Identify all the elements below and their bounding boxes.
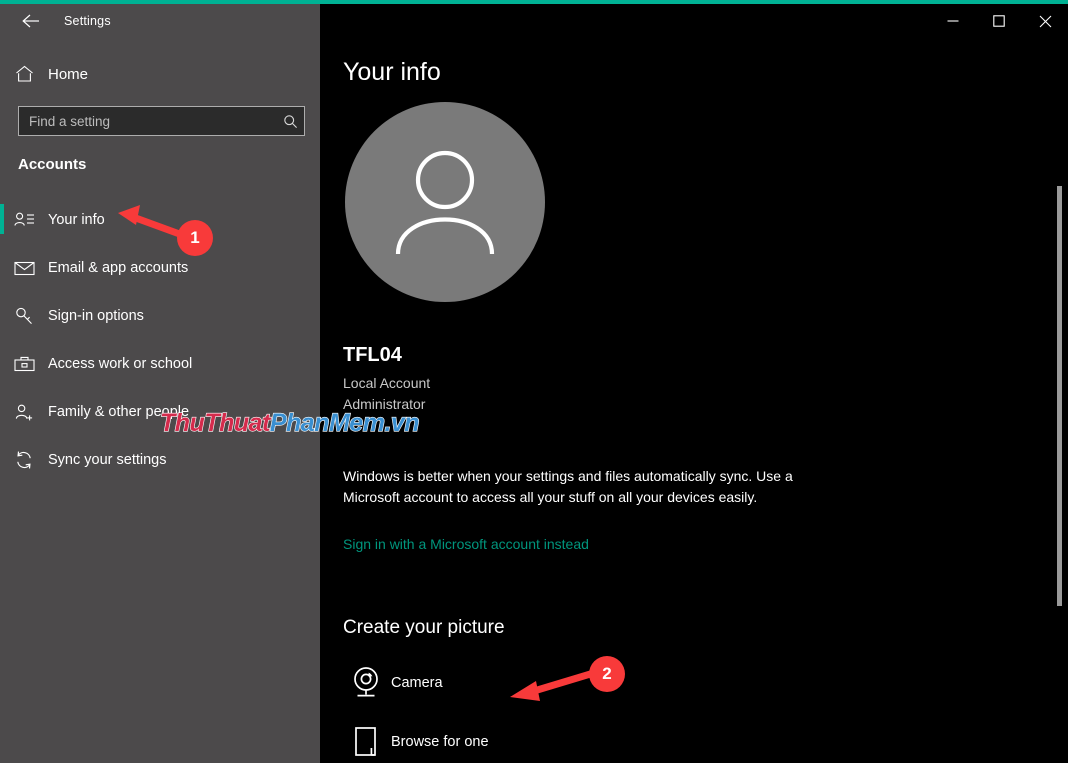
selection-indicator [0, 300, 4, 330]
sidebar-item-email-app-accounts[interactable]: Email & app accounts [0, 244, 320, 292]
create-picture-option-label: Browse for one [391, 734, 489, 750]
minimize-button[interactable] [930, 4, 976, 38]
watermark: ThuThuatPhanMem.vn [159, 408, 420, 438]
titlebar-left: Settings [0, 4, 320, 38]
selection-indicator [0, 348, 4, 378]
back-arrow-icon[interactable] [8, 4, 54, 38]
main-content: Your info TFL04 Local Account Administra… [320, 38, 1068, 763]
annotation-marker-1: 1 [177, 220, 213, 256]
sync-icon [0, 450, 48, 470]
default-user-avatar-icon [380, 142, 510, 262]
sidebar-group-heading: Accounts [18, 156, 87, 173]
key-icon [0, 306, 48, 326]
mail-icon [0, 260, 48, 276]
camera-icon [343, 666, 389, 700]
browse-file-icon [343, 725, 389, 759]
watermark-part-1: ThuThuat [159, 408, 271, 437]
account-type: Local Account [343, 375, 431, 391]
sidebar: Settings Home Accounts [0, 0, 320, 763]
sidebar-item-label: Email & app accounts [48, 260, 189, 276]
annotation-marker-2: 2 [589, 656, 625, 692]
selection-indicator [0, 396, 4, 426]
search-input[interactable] [19, 107, 276, 135]
user-info-icon [0, 211, 48, 229]
sidebar-item-your-info[interactable]: Your info [0, 196, 320, 244]
maximize-button[interactable] [976, 4, 1022, 38]
search-box[interactable] [18, 106, 305, 136]
window-controls [320, 4, 1068, 38]
sign-in-microsoft-link[interactable]: Sign in with a Microsoft account instead [343, 536, 589, 552]
create-picture-option-camera[interactable]: Camera [343, 662, 443, 704]
window-accent-line [0, 0, 1068, 4]
selection-indicator [0, 204, 4, 234]
sidebar-item-label: Your info [48, 212, 105, 228]
home-label: Home [48, 65, 89, 83]
avatar[interactable] [345, 102, 545, 302]
sidebar-nav-list: Your info Email & app accounts Sign-in o… [0, 196, 320, 484]
selection-indicator [0, 252, 4, 282]
settings-window: Settings Home Accounts [0, 0, 1068, 763]
sidebar-item-label: Access work or school [48, 356, 193, 372]
watermark-part-2: PhanMem.vn [269, 408, 420, 437]
account-name: TFL04 [343, 344, 402, 366]
sync-description: Windows is better when your settings and… [343, 468, 793, 505]
selection-indicator [0, 444, 4, 474]
scrollbar[interactable] [1052, 76, 1068, 763]
create-picture-option-browse[interactable]: Browse for one [343, 721, 489, 763]
sidebar-item-access-work-or-school[interactable]: Access work or school [0, 340, 320, 388]
sidebar-item-sign-in-options[interactable]: Sign-in options [0, 292, 320, 340]
scrollbar-thumb[interactable] [1057, 186, 1062, 606]
search-icon[interactable] [276, 114, 304, 129]
briefcase-icon [0, 355, 48, 373]
home-icon [0, 65, 48, 83]
sidebar-item-home[interactable]: Home [0, 57, 320, 91]
close-button[interactable] [1022, 4, 1068, 38]
sidebar-item-label: Sync your settings [48, 452, 167, 468]
sidebar-item-sync-your-settings[interactable]: Sync your settings [0, 436, 320, 484]
create-picture-heading: Create your picture [343, 617, 505, 638]
app-title: Settings [64, 14, 111, 28]
sidebar-item-label: Sign-in options [48, 308, 144, 324]
create-picture-option-label: Camera [391, 675, 443, 691]
person-add-icon [0, 403, 48, 422]
page-title: Your info [343, 58, 441, 86]
